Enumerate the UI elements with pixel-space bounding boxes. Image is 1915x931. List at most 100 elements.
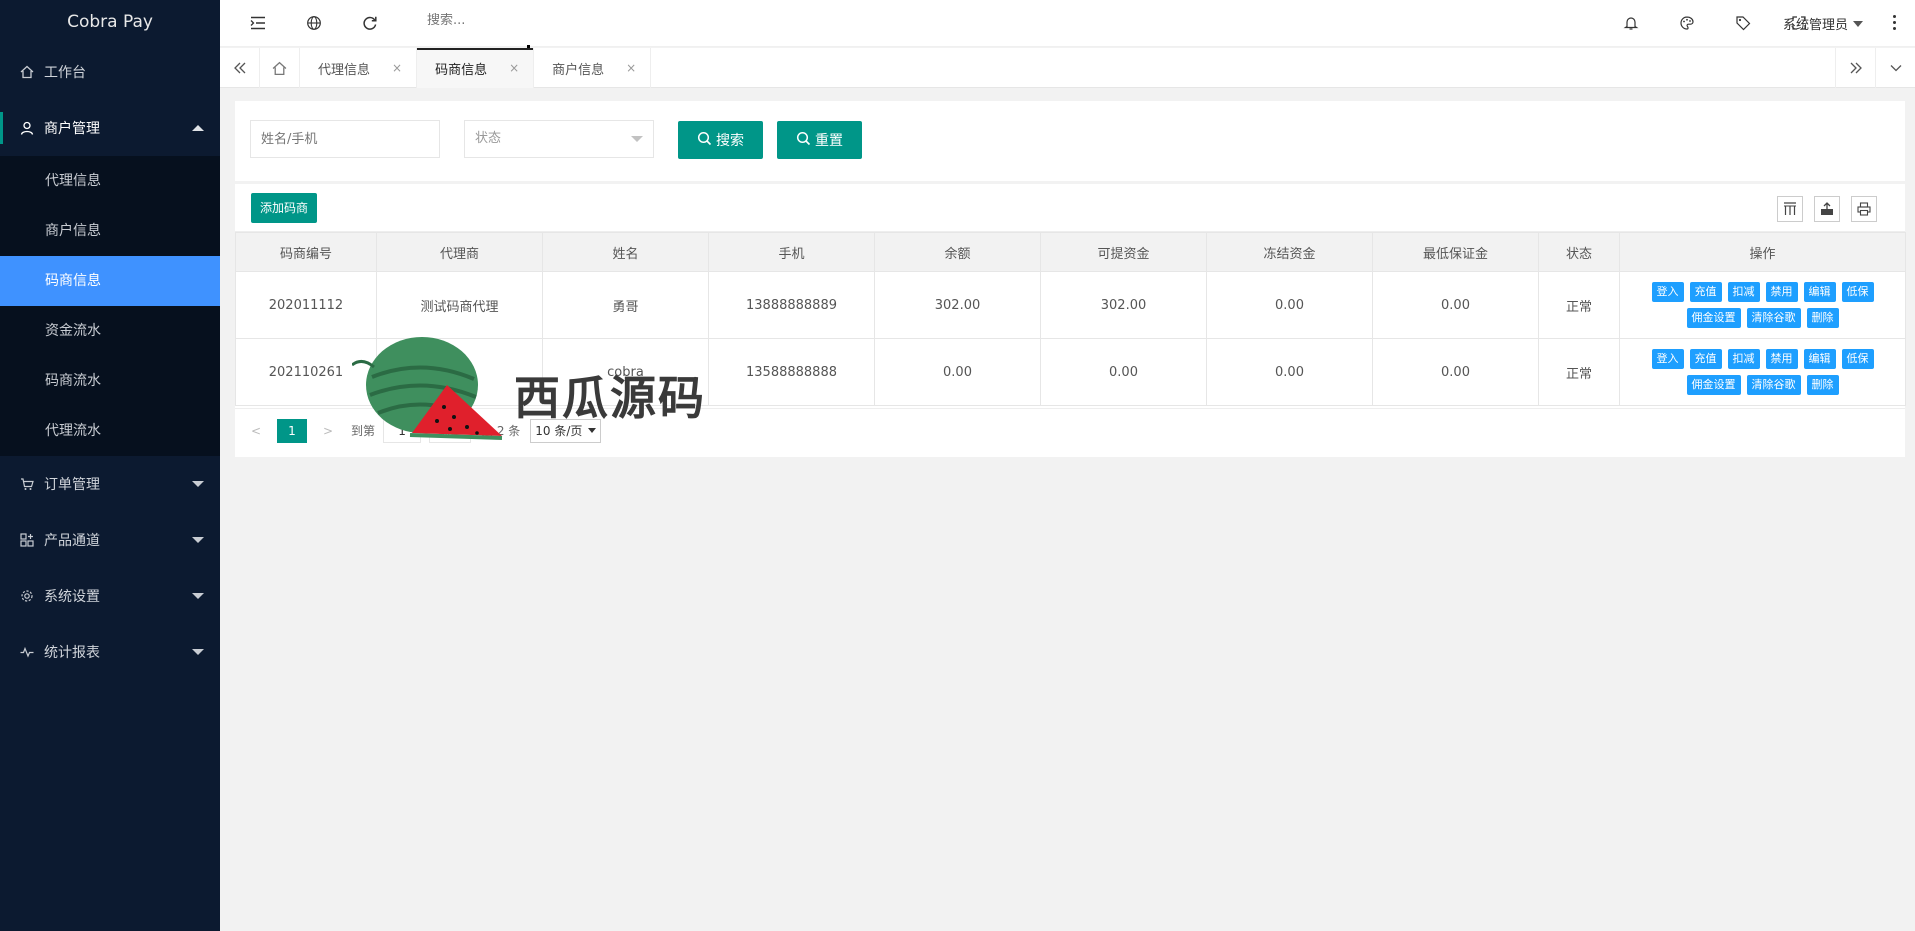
user-menu[interactable]: 系统管理员 (1783, 14, 1863, 33)
goto-page-input[interactable]: 1 (383, 418, 422, 443)
menu-system-settings[interactable]: 系统设置 (0, 568, 220, 624)
cell-phone: 13588888888 (708, 338, 875, 406)
page-current[interactable]: 1 (277, 418, 307, 443)
caret-down-icon (631, 136, 643, 142)
delete-button[interactable]: 删除 (1806, 308, 1839, 328)
more-vertical-icon[interactable] (1893, 14, 1897, 32)
caret-down-icon (588, 428, 597, 433)
col-header[interactable]: 代理商 (376, 232, 543, 272)
global-search-input[interactable] (427, 13, 727, 28)
sidebar-item-agent-info[interactable]: 代理信息 (0, 156, 220, 206)
close-icon[interactable]: × (392, 61, 402, 75)
tab-agent-info[interactable]: 代理信息 × (300, 48, 418, 88)
page-size-value: 10 条/页 (535, 423, 583, 438)
commission-settings-button[interactable]: 佣金设置 (1686, 375, 1741, 395)
menu-fold-icon[interactable] (248, 13, 268, 33)
theme-icon[interactable] (1677, 13, 1697, 33)
sidebar-item-code-merchant-flow[interactable]: 码商流水 (0, 356, 220, 406)
tabs-dropdown-icon[interactable] (1875, 48, 1915, 88)
chevron-down-icon (192, 593, 204, 599)
goto-confirm-button[interactable]: 确定 (429, 418, 472, 443)
cell-id: 202011112 (235, 271, 377, 339)
columns-filter-icon[interactable] (1777, 196, 1803, 222)
sidebar: Cobra Pay 工作台 商户管理 代理信息 商户信息 码商信息 资金流水 码… (0, 0, 220, 931)
sidebar-item-merchant-info[interactable]: 商户信息 (0, 206, 220, 256)
add-code-merchant-button[interactable]: 添加码商 (251, 193, 318, 223)
search-icon (697, 131, 712, 150)
apps-icon (20, 533, 34, 547)
sidebar-item-fund-flow[interactable]: 资金流水 (0, 306, 220, 356)
delete-button[interactable]: 删除 (1806, 375, 1839, 395)
menu-merchant-mgmt[interactable]: 商户管理 (0, 100, 220, 156)
table-panel: 添加码商 码商编号 代理商 姓名 手机 余额 可提资金 冻结资金 最低保证金 状… (235, 184, 1906, 457)
menu-stats-report[interactable]: 统计报表 (0, 624, 220, 680)
reset-button[interactable]: 重置 (777, 121, 862, 159)
menu-workbench[interactable]: 工作台 (0, 44, 220, 100)
tag-icon[interactable] (1733, 13, 1753, 33)
status-select[interactable]: 状态 (464, 120, 654, 158)
clear-google-button[interactable]: 清除谷歌 (1746, 375, 1801, 395)
pagination: < 1 > 到第 1 确定 共 2 条 10 条/页 (235, 408, 1905, 452)
table-row[interactable]: 202110261 代理 cobra 13588888888 0.00 0.00… (235, 338, 1906, 406)
prev-page-icon[interactable]: < (249, 424, 263, 438)
cell-agent: 测试码商代理 (376, 271, 543, 339)
globe-icon[interactable] (304, 13, 324, 33)
cell-min-deposit: 0.00 (1372, 338, 1539, 406)
tabs-scroll-left-icon[interactable] (220, 48, 260, 88)
cell-frozen: 0.00 (1206, 338, 1373, 406)
cell-actions: 登入 充值 扣减 禁用 编辑 低保 佣金设置 清除谷歌 删除 (1619, 338, 1906, 406)
menu-system-settings-label: 系统设置 (44, 589, 100, 605)
login-button[interactable]: 登入 (1651, 282, 1684, 302)
menu-stats-report-label: 统计报表 (44, 645, 100, 661)
edit-button[interactable]: 编辑 (1803, 349, 1836, 369)
col-header[interactable]: 可提资金 (1040, 232, 1207, 272)
col-header[interactable]: 姓名 (542, 232, 709, 272)
tabs-scroll-right-icon[interactable] (1835, 48, 1875, 88)
col-header[interactable]: 码商编号 (235, 232, 377, 272)
goto-label: 到第 (351, 424, 376, 438)
deduct-button[interactable]: 扣减 (1727, 349, 1760, 369)
user-name: 系统管理员 (1782, 18, 1848, 33)
col-header[interactable]: 冻结资金 (1206, 232, 1373, 272)
tab-merchant-info[interactable]: 商户信息 × (534, 48, 652, 88)
edit-button[interactable]: 编辑 (1803, 282, 1836, 302)
menu-product-channel[interactable]: 产品通道 (0, 512, 220, 568)
page-size-select[interactable]: 10 条/页 (530, 418, 602, 443)
disable-button[interactable]: 禁用 (1765, 349, 1798, 369)
close-icon[interactable]: × (626, 61, 636, 75)
login-button[interactable]: 登入 (1651, 349, 1684, 369)
col-header[interactable]: 最低保证金 (1372, 232, 1539, 272)
table-row[interactable]: 202011112 测试码商代理 勇哥 13888888889 302.00 3… (235, 271, 1906, 339)
export-icon[interactable] (1814, 196, 1840, 222)
cell-agent: 代理 (376, 338, 543, 406)
name-phone-input[interactable] (250, 120, 440, 158)
sidebar-item-code-merchant-info[interactable]: 码商信息 (0, 256, 220, 306)
clear-google-button[interactable]: 清除谷歌 (1746, 308, 1801, 328)
tab-label: 商户信息 (552, 62, 605, 78)
col-header[interactable]: 余额 (874, 232, 1041, 272)
cell-frozen: 0.00 (1206, 271, 1373, 339)
menu-order-mgmt[interactable]: 订单管理 (0, 456, 220, 512)
print-icon[interactable] (1851, 196, 1877, 222)
col-header[interactable]: 状态 (1538, 232, 1620, 272)
bell-icon[interactable] (1621, 13, 1641, 33)
min-guarantee-button[interactable]: 低保 (1841, 282, 1874, 302)
commission-settings-button[interactable]: 佣金设置 (1686, 308, 1741, 328)
col-header[interactable]: 手机 (708, 232, 875, 272)
recharge-button[interactable]: 充值 (1689, 349, 1722, 369)
min-guarantee-button[interactable]: 低保 (1841, 349, 1874, 369)
refresh-icon[interactable] (360, 13, 380, 33)
search-button[interactable]: 搜索 (678, 121, 763, 159)
tab-home[interactable] (260, 48, 300, 88)
search-icon (796, 131, 811, 150)
tab-code-merchant-info[interactable]: 码商信息 × (417, 48, 535, 88)
search-panel: 状态 搜索 重置 (235, 101, 1905, 181)
recharge-button[interactable]: 充值 (1689, 282, 1722, 302)
home-icon (20, 65, 34, 79)
deduct-button[interactable]: 扣减 (1727, 282, 1760, 302)
cell-actions: 登入 充值 扣减 禁用 编辑 低保 佣金设置 清除谷歌 删除 (1619, 271, 1906, 339)
disable-button[interactable]: 禁用 (1765, 282, 1798, 302)
next-page-icon[interactable]: > (321, 424, 335, 438)
sidebar-item-agent-flow[interactable]: 代理流水 (0, 406, 220, 456)
close-icon[interactable]: × (509, 61, 519, 75)
